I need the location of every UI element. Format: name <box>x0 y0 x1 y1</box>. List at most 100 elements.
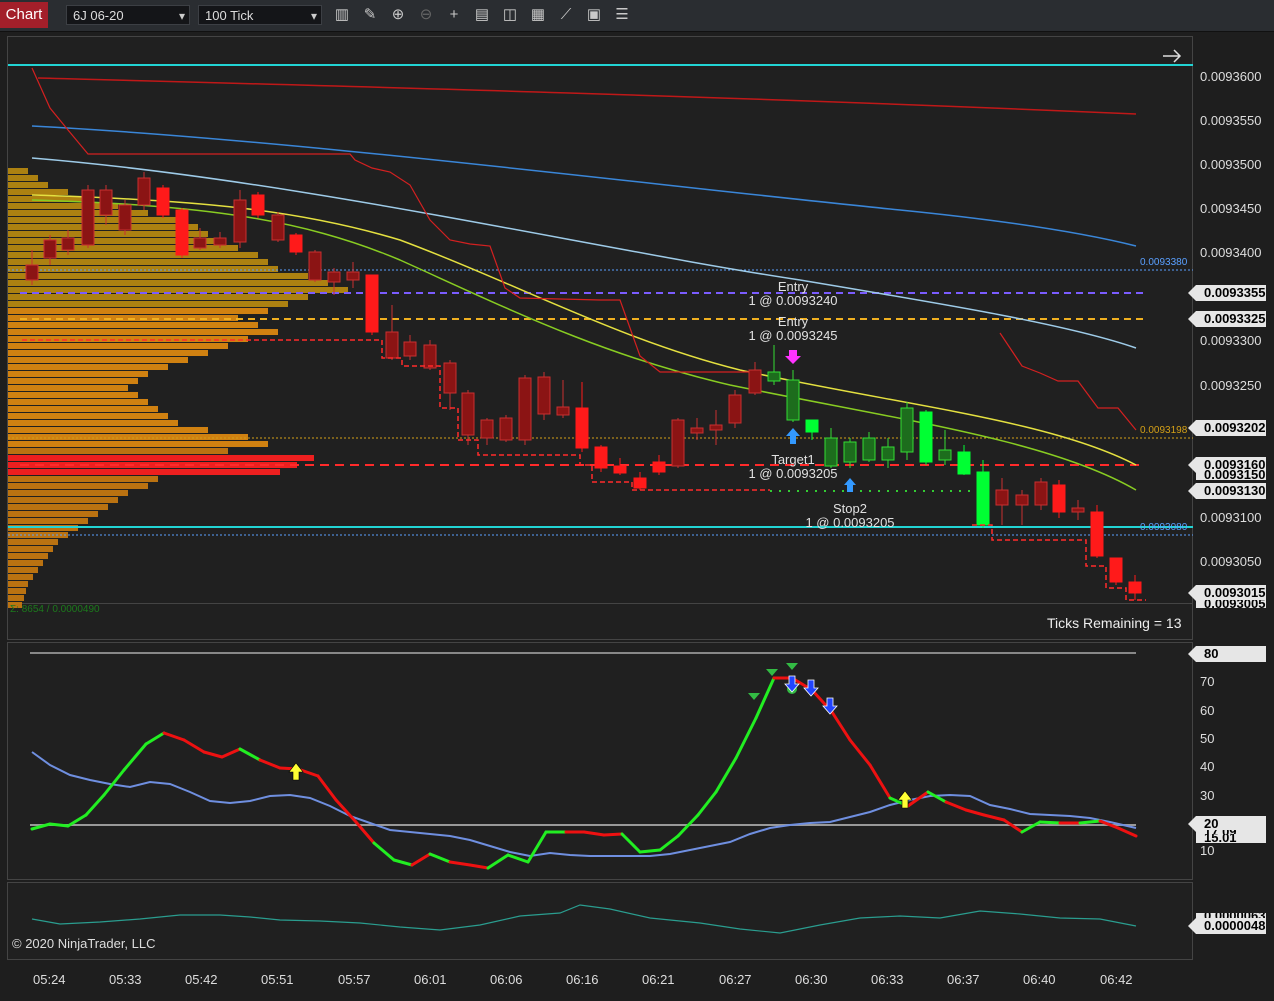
candle-body <box>613 465 627 474</box>
osc-main-segment <box>202 750 224 759</box>
osc-main-segment <box>144 731 166 746</box>
candle-body <box>193 237 207 249</box>
volume-profile-bar <box>8 574 33 580</box>
volume-profile-bar <box>8 539 58 545</box>
price-tick: 0.0093050 <box>1200 554 1262 569</box>
blue-level-label: 0.0093380 <box>1140 257 1188 268</box>
osc-main-segment <box>868 763 892 800</box>
candle-body <box>327 271 341 283</box>
candle-body <box>633 477 647 489</box>
volume-profile-bar <box>8 455 314 461</box>
stop2-detail: 1 @ 0.0093205 <box>805 515 895 530</box>
time-label: 06:21 <box>642 972 675 987</box>
volume-profile-bar <box>8 385 128 391</box>
osc-main-segment <box>316 774 338 802</box>
volume-profile-bar <box>8 546 53 552</box>
osc-main-segment <box>1078 819 1102 825</box>
osc-label-value2: 17.09 <box>1196 830 1266 834</box>
volume-profile-bar <box>8 273 308 279</box>
candle-body <box>938 449 952 461</box>
osc-main-segment <box>696 790 718 817</box>
volume-profile-bar <box>8 469 280 475</box>
osc-main-segment <box>238 747 262 762</box>
volume-profile-bar <box>8 448 228 454</box>
osc-main-segment <box>944 800 968 812</box>
entry2-title: Entry <box>777 314 809 329</box>
price-tick: 0.0093250 <box>1200 378 1262 393</box>
price-tick: 0.0093100 <box>1200 510 1262 525</box>
volume-profile-bar <box>8 259 268 265</box>
volume-profile-bar <box>8 371 148 377</box>
candle-body <box>137 177 151 206</box>
osc-main-segment <box>714 756 738 794</box>
candle-body <box>728 394 742 424</box>
gold-level-label: 0.0093198 <box>1140 425 1188 436</box>
trailing-stop-lower <box>999 332 1137 431</box>
osc-main-segment <box>658 834 680 852</box>
volume-profile-bar <box>8 308 268 314</box>
candle-body <box>1109 557 1123 583</box>
candle-body <box>690 427 704 434</box>
candle-body <box>365 274 379 333</box>
candle-body <box>843 441 857 463</box>
target1-title: Target1 <box>771 452 815 467</box>
time-label: 06:30 <box>795 972 828 987</box>
candle-body <box>25 264 39 281</box>
volume-profile-bar <box>8 406 158 412</box>
price-label-last: 0.0093202 <box>1188 420 1266 436</box>
osc-main-segment <box>602 832 624 837</box>
volume-profile-bar <box>8 567 38 573</box>
osc-tick: 70 <box>1200 674 1215 689</box>
osc-main-segment <box>448 860 472 867</box>
candle-body <box>156 187 170 216</box>
candle-body <box>976 471 990 526</box>
osc-main-segment <box>506 853 530 864</box>
ema-red-slow <box>37 77 1137 115</box>
osc-tick: 30 <box>1200 788 1215 803</box>
scroll-right-icon[interactable] <box>1163 49 1182 63</box>
candle-body <box>461 392 475 436</box>
price-label-low: 0.0093005 <box>1196 600 1266 608</box>
volume-profile-bar <box>8 504 108 510</box>
osc-main-segment <box>734 716 758 760</box>
candle-body <box>957 451 971 475</box>
volume-profile-bar <box>8 343 228 349</box>
volume-profile-bar <box>8 399 148 405</box>
osc-main-segment <box>964 808 986 817</box>
candle-body <box>1071 507 1085 513</box>
osc-main-segment <box>372 841 396 862</box>
osc-main-segment <box>468 863 490 870</box>
osc-main-segment <box>638 848 662 854</box>
volume-profile-bar <box>8 490 128 496</box>
candle-body <box>118 204 132 231</box>
osc-label-80: 80 <box>1188 646 1266 662</box>
candle-body <box>1052 484 1066 513</box>
candle-body <box>919 411 933 463</box>
time-label: 06:06 <box>490 972 523 987</box>
osc-main-segment <box>754 676 776 720</box>
candle-body <box>786 379 800 421</box>
entry1-detail: 1 @ 0.0093240 <box>748 293 838 308</box>
volume-profile-bar <box>8 168 28 174</box>
volume-profile-bar <box>8 420 178 426</box>
volume-profile-bar <box>8 434 248 440</box>
osc-signal-line <box>31 751 1137 858</box>
chart-canvas[interactable] <box>0 0 1274 1001</box>
stop2-title: Stop2 <box>833 501 867 516</box>
time-label: 06:33 <box>871 972 904 987</box>
time-label: 05:33 <box>109 972 142 987</box>
candle-body <box>709 424 723 431</box>
volume-profile-bar <box>8 224 198 230</box>
candle-body <box>995 489 1009 506</box>
candle-body <box>423 344 437 369</box>
time-label: 06:16 <box>566 972 599 987</box>
time-label: 05:24 <box>33 972 66 987</box>
candle-body <box>900 407 914 453</box>
volume-profile-bar <box>8 553 48 559</box>
candle-body <box>480 419 494 439</box>
candle-body <box>1128 581 1142 594</box>
osc-tick: 50 <box>1200 731 1215 746</box>
volume-profile-bar <box>8 588 26 594</box>
price-label-current: 0.0093015 <box>1188 585 1266 601</box>
short-entry-arrow <box>785 350 801 364</box>
